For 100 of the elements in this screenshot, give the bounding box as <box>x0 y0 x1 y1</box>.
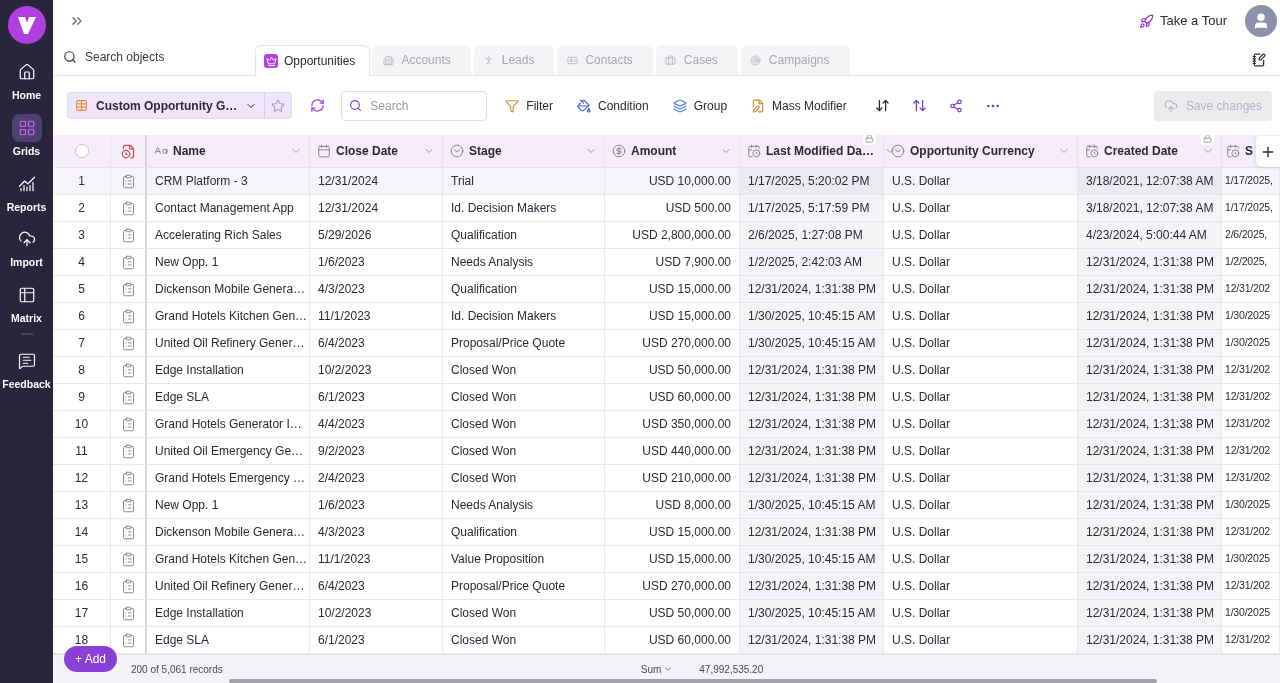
sidebar-item[interactable]: Matrix <box>0 281 53 327</box>
table-cell: 11/1/2023 <box>310 303 443 329</box>
toolbar-button[interactable]: Filter <box>505 96 553 115</box>
scrollbar[interactable] <box>229 679 1157 683</box>
record-icon[interactable] <box>120 335 136 351</box>
table-cell: 12/31/2024, 1:31:38 PM <box>1078 627 1222 653</box>
add-column-button[interactable] <box>1256 136 1280 167</box>
refresh-icon[interactable] <box>310 98 326 113</box>
sort-icon[interactable] <box>874 98 890 113</box>
toolbar-button[interactable]: Condition <box>577 96 649 115</box>
table-cell: Edge Installation <box>147 600 310 626</box>
sidebar-item[interactable]: Grids <box>0 113 53 160</box>
table-cell: 12/31/2024, 1:31:38 PM <box>1078 357 1222 383</box>
notes-icon[interactable] <box>1252 53 1266 67</box>
search-icon <box>349 99 363 112</box>
view-selector[interactable]: Custom Opportunity G… <box>67 92 293 119</box>
row-number: 8 <box>53 357 111 383</box>
row-height-icon[interactable] <box>911 98 927 113</box>
sidebar-item[interactable]: Import <box>0 225 53 271</box>
table-cell: 2/4/2023 <box>310 465 443 491</box>
tour-button[interactable]: Take a Tour <box>1139 11 1227 31</box>
table-cell: Id. Decision Makers <box>443 195 605 221</box>
table-cell: Grand Hotels Kitchen Gen… <box>147 546 310 572</box>
row-number: 6 <box>53 303 111 329</box>
table-cell: Id. Decision Makers <box>443 303 605 329</box>
table-cell: Proposal/Price Quote <box>443 330 605 356</box>
record-icon[interactable] <box>120 443 136 459</box>
record-icon[interactable] <box>120 551 136 567</box>
column-header[interactable]: Opportunity Currency <box>884 135 1078 167</box>
record-icon <box>120 143 136 159</box>
table-cell: 12/31/2024, 1:31:38 PM <box>1078 276 1222 302</box>
column-header[interactable]: Created Date <box>1078 135 1222 167</box>
table-cell: 1/2/2025, <box>1222 249 1280 275</box>
table-cell: New Opp. 1 <box>147 249 310 275</box>
object-tab[interactable]: Opportunities <box>255 45 371 76</box>
calendar-clock-icon <box>1226 144 1240 158</box>
row-number: 17 <box>53 600 111 626</box>
record-icon[interactable] <box>120 281 136 297</box>
table-cell: Closed Won <box>443 627 605 653</box>
aggregate-dropdown[interactable]: Sum <box>640 661 674 677</box>
table-cell: 1/30/2025, 10:45:15 AM <box>740 492 884 518</box>
add-button[interactable]: + Add <box>64 646 118 672</box>
record-icon[interactable] <box>120 470 136 486</box>
record-icon[interactable] <box>120 362 136 378</box>
column-header[interactable]: Close Date <box>310 135 443 167</box>
table-cell: Accelerating Rich Sales <box>147 222 310 248</box>
column-header[interactable]: Last Modified Da… <box>740 135 884 167</box>
table-cell: Needs Analysis <box>443 492 605 518</box>
sidebar-item[interactable]: Home <box>0 58 53 104</box>
toolbar-button[interactable]: Mass Modifier <box>751 96 847 115</box>
toolbar-button[interactable]: Group <box>672 96 728 115</box>
row-number: 15 <box>53 546 111 572</box>
record-icon[interactable] <box>120 497 136 513</box>
record-icon[interactable] <box>120 578 136 594</box>
table-cell: 6/1/2023 <box>310 627 443 653</box>
record-icon[interactable] <box>120 173 136 189</box>
row-number: 5 <box>53 276 111 302</box>
table-cell: Edge Installation <box>147 357 310 383</box>
table-cell: 2/6/2025, 1:27:08 PM <box>740 222 884 248</box>
select-all-checkbox[interactable] <box>74 144 89 158</box>
avatar-icon[interactable] <box>1245 5 1277 37</box>
column-header[interactable]: Stage <box>443 135 605 167</box>
record-icon[interactable] <box>120 308 136 324</box>
lock-icon <box>863 135 876 145</box>
table-cell: 12/31/2024, 1:31:38 PM <box>1078 465 1222 491</box>
dollar-icon <box>612 144 626 158</box>
table-cell: 12/31/2024, 1:31:38 PM <box>1078 573 1222 599</box>
column-header[interactable]: Amount <box>605 135 740 167</box>
record-icon[interactable] <box>120 200 136 216</box>
table-cell: Contact Management App <box>147 195 310 221</box>
column-header[interactable]: S <box>1222 135 1255 167</box>
record-icon[interactable] <box>120 254 136 270</box>
table-cell: Closed Won <box>443 357 605 383</box>
record-icon[interactable] <box>120 227 136 243</box>
crown-icon <box>264 54 278 68</box>
column-header[interactable]: Name <box>147 135 310 167</box>
table-cell: 12/31/2024, 1:31:38 PM <box>1078 492 1222 518</box>
calendar-icon <box>317 144 331 158</box>
record-icon[interactable] <box>120 416 136 432</box>
record-icon[interactable] <box>120 632 136 648</box>
share-icon[interactable] <box>948 98 963 113</box>
table-cell: 12/31/202 <box>1222 519 1280 545</box>
table-cell: Edge SLA <box>147 384 310 410</box>
sidebar-item[interactable]: Feedback <box>0 346 53 393</box>
table-cell: 3/18/2021, 12:07:38 AM <box>1078 195 1222 221</box>
sidebar-item[interactable]: Reports <box>0 169 53 216</box>
record-icon[interactable] <box>120 389 136 405</box>
table-cell: Closed Won <box>443 384 605 410</box>
table-cell: 1/30/2025, 10:45:15 AM <box>740 546 884 572</box>
record-icon[interactable] <box>120 524 136 540</box>
object-search-field[interactable]: Search objects <box>63 45 255 75</box>
table-cell: 4/3/2023 <box>310 276 443 302</box>
table-cell: 5/29/2026 <box>310 222 443 248</box>
table-cell: 1/17/2025, 5:17:59 PM <box>740 195 884 221</box>
table-cell: 1/30/2025 <box>1222 600 1280 626</box>
row-number: 4 <box>53 249 111 275</box>
record-icon[interactable] <box>120 605 136 621</box>
star-icon[interactable] <box>271 98 286 113</box>
table-cell: United Oil Emergency Ge… <box>147 438 310 464</box>
table-cell: Closed Won <box>443 438 605 464</box>
